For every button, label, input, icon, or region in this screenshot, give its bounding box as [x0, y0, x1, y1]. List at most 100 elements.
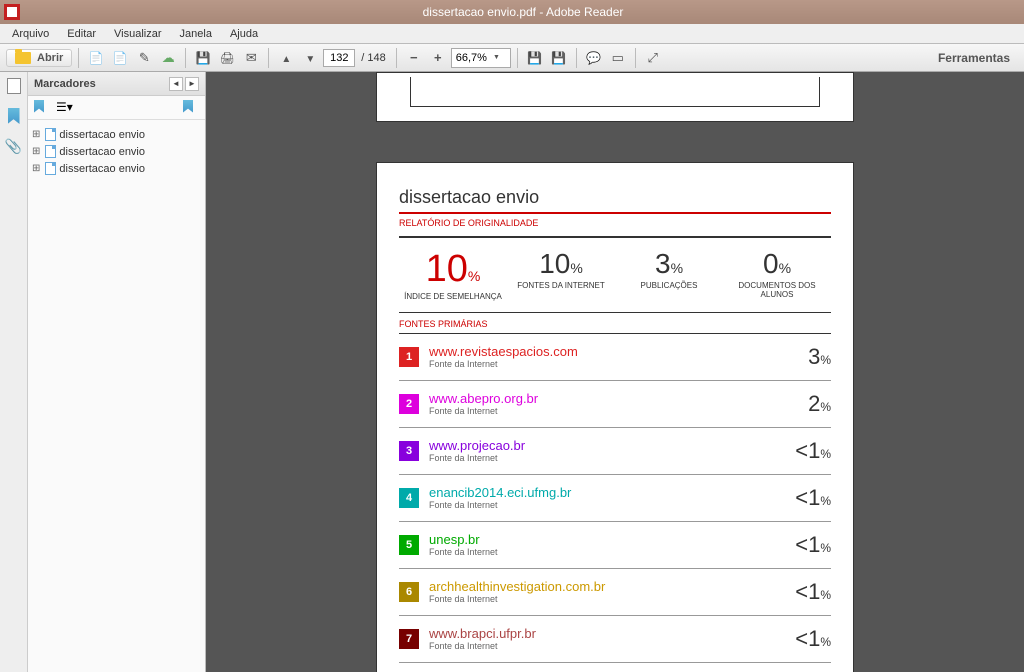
- attachments-tab[interactable]: [4, 136, 24, 156]
- panel-prev-button[interactable]: ◄: [169, 77, 183, 91]
- pdf-page: dissertacao envio RELATÓRIO DE ORIGINALI…: [376, 162, 854, 672]
- bookmark-tree: dissertacao envio dissertacao envio diss…: [28, 120, 205, 183]
- expand-icon: [648, 50, 658, 66]
- source-pct: <1: [795, 579, 820, 604]
- bookmark-item[interactable]: dissertacao envio: [32, 143, 201, 160]
- window-titlebar: dissertacao envio.pdf - Adobe Reader: [0, 0, 1024, 24]
- report-title: dissertacao envio: [399, 187, 831, 212]
- stat-value: 10: [539, 248, 570, 279]
- source-pct: 2: [808, 391, 820, 416]
- panel-title: Marcadores: [34, 78, 96, 90]
- email-button[interactable]: [240, 47, 262, 69]
- bookmark-label: dissertacao envio: [59, 163, 145, 175]
- bookmark-item[interactable]: dissertacao envio: [32, 126, 201, 143]
- open-button[interactable]: Abrir: [6, 49, 72, 67]
- source-pct: 3: [808, 344, 820, 369]
- save-copy-button[interactable]: [524, 47, 546, 69]
- source-row: 7 www.brapci.ufpr.brFonte da Internet <1…: [399, 616, 831, 663]
- toolbar: Abrir / 148 66,7% Ferramentas: [0, 44, 1024, 72]
- stat-students: 0% DOCUMENTOS DOS ALUNOS: [723, 248, 831, 302]
- source-url: archhealthinvestigation.com.br: [429, 579, 785, 594]
- stat-internet: 10% FONTES DA INTERNET: [507, 248, 615, 302]
- pct-sign: %: [820, 541, 831, 555]
- stat-similarity: 10% ÍNDICE DE SEMELHANÇA: [399, 248, 507, 302]
- source-url: unesp.br: [429, 532, 785, 547]
- pct-sign: %: [820, 494, 831, 508]
- source-pct: <1: [795, 626, 820, 651]
- page-up-button[interactable]: [275, 47, 297, 69]
- pct-sign: %: [820, 447, 831, 461]
- main-area: Marcadores ◄ ► ☰▾ dissertacao envio diss…: [0, 72, 1024, 672]
- doc-icon: [113, 50, 128, 65]
- source-badge: 2: [399, 394, 419, 414]
- source-badge: 4: [399, 488, 419, 508]
- thumbnails-tab[interactable]: [4, 76, 24, 96]
- page-thumb-icon: [7, 78, 21, 94]
- stat-value: 3: [655, 248, 671, 279]
- menu-editar[interactable]: Editar: [59, 26, 104, 42]
- stat-publications: 3% PUBLICAÇÕES: [615, 248, 723, 302]
- print-button[interactable]: [216, 47, 238, 69]
- source-url: enancib2014.eci.ufmg.br: [429, 485, 785, 500]
- source-type: Fonte da Internet: [429, 547, 785, 557]
- panel-tool-1[interactable]: [34, 100, 50, 116]
- source-row: 8 www.bengu.cn <1%: [399, 663, 831, 672]
- ribbon-icon: [34, 100, 44, 113]
- doc-icon: [89, 50, 104, 65]
- highlight-button[interactable]: [607, 47, 629, 69]
- menu-janela[interactable]: Janela: [172, 26, 220, 42]
- comment-button[interactable]: [583, 47, 605, 69]
- source-row: 4 enancib2014.eci.ufmg.brFonte da Intern…: [399, 475, 831, 522]
- bookmark-item[interactable]: dissertacao envio: [32, 160, 201, 177]
- save-copy2-button[interactable]: [548, 47, 570, 69]
- page-number-input[interactable]: [323, 49, 355, 67]
- document-view[interactable]: dissertacao envio RELATÓRIO DE ORIGINALI…: [206, 72, 1024, 672]
- paperclip-icon: [5, 138, 22, 155]
- source-row: 2 www.abepro.org.brFonte da Internet 2%: [399, 381, 831, 428]
- menu-visualizar[interactable]: Visualizar: [106, 26, 170, 42]
- source-url: www.revistaespacios.com: [429, 344, 798, 359]
- stat-value: 10: [426, 248, 468, 290]
- folder-icon: [15, 52, 31, 64]
- page-down-button[interactable]: [299, 47, 321, 69]
- disk-icon: [527, 50, 542, 65]
- pct-sign: %: [570, 260, 582, 276]
- bookmarks-panel: Marcadores ◄ ► ☰▾ dissertacao envio diss…: [28, 72, 206, 672]
- edit-button[interactable]: [133, 47, 155, 69]
- source-type: Fonte da Internet: [429, 453, 785, 463]
- stat-label: DOCUMENTOS DOS ALUNOS: [723, 282, 831, 300]
- source-pct: <1: [795, 532, 820, 557]
- print-icon: [220, 50, 235, 65]
- panel-tool-options[interactable]: ☰▾: [56, 100, 72, 116]
- stats-row: 10% ÍNDICE DE SEMELHANÇA 10% FONTES DA I…: [399, 238, 831, 313]
- bookmarks-tab[interactable]: [4, 106, 24, 126]
- cloud-icon: [162, 50, 175, 66]
- menu-ajuda[interactable]: Ajuda: [222, 26, 266, 42]
- stat-value: 0: [763, 248, 779, 279]
- menu-arquivo[interactable]: Arquivo: [4, 26, 57, 42]
- zoom-in-button[interactable]: [427, 47, 449, 69]
- bookmark-label: dissertacao envio: [59, 146, 145, 158]
- bookmark-icon: [45, 128, 56, 141]
- source-row: 3 www.projecao.brFonte da Internet <1%: [399, 428, 831, 475]
- panel-tool-new[interactable]: [183, 100, 199, 116]
- cloud-button[interactable]: [157, 47, 179, 69]
- source-badge: 7: [399, 629, 419, 649]
- source-badge: 6: [399, 582, 419, 602]
- zoom-out-button[interactable]: [403, 47, 425, 69]
- tools-panel-toggle[interactable]: Ferramentas: [930, 51, 1018, 65]
- panel-next-button[interactable]: ►: [185, 77, 199, 91]
- source-badge: 1: [399, 347, 419, 367]
- side-rail: [0, 72, 28, 672]
- source-url: www.projecao.br: [429, 438, 785, 453]
- zoom-select[interactable]: 66,7%: [451, 48, 511, 68]
- fullscreen-button[interactable]: [642, 47, 664, 69]
- source-type: Fonte da Internet: [429, 359, 798, 369]
- comment-icon: [586, 50, 601, 65]
- source-type: Fonte da Internet: [429, 500, 785, 510]
- doc-from-file-button[interactable]: [85, 47, 107, 69]
- save-button[interactable]: [192, 47, 214, 69]
- pct-sign: %: [820, 635, 831, 649]
- export-pdf-button[interactable]: [109, 47, 131, 69]
- source-type: Fonte da Internet: [429, 594, 785, 604]
